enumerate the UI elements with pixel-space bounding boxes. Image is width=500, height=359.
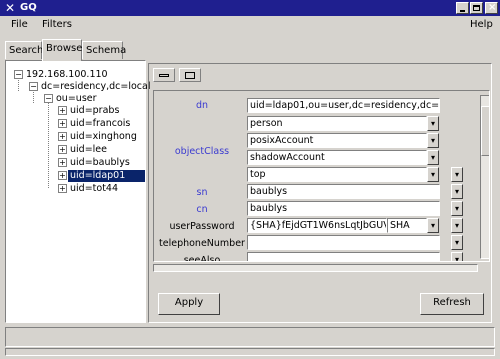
tab-browse-label: Browse <box>46 43 83 54</box>
tree-node-label: uid=xinghong <box>70 131 137 142</box>
vertical-scrollbar[interactable] <box>480 95 489 259</box>
form-view-icon <box>159 74 169 77</box>
sn-field[interactable]: baublys <box>247 184 440 199</box>
tree-node-label: uid=francois <box>70 118 131 129</box>
tab-schema-label: Schema <box>86 45 127 56</box>
cn-label: cn <box>196 204 208 215</box>
menu-bar: File Filters Help <box>0 16 500 33</box>
tab-search-label: Search <box>9 45 44 56</box>
telephonenumber-label: telephoneNumber <box>159 238 245 249</box>
expand-icon[interactable]: + <box>58 171 67 180</box>
close-button[interactable]: × <box>485 2 498 14</box>
seealso-label: seeAlso <box>183 255 221 262</box>
apply-label: Apply <box>174 297 204 308</box>
telephonenumber-field[interactable] <box>247 235 440 250</box>
maximize-icon <box>473 5 480 11</box>
cn-field[interactable]: baublys <box>247 201 440 216</box>
dropdown-arrow-icon[interactable]: ▾ <box>427 133 439 148</box>
collapse-icon[interactable]: − <box>29 82 38 91</box>
add-value-button[interactable]: ▾ <box>451 184 463 199</box>
add-value-button[interactable]: ▾ <box>451 201 463 216</box>
userpassword-label: userPassword <box>169 221 235 232</box>
collapse-icon[interactable]: − <box>44 94 53 103</box>
dn-field[interactable]: uid=ldap01,ou=user,dc=residency,dc=local <box>247 98 440 113</box>
minimize-icon <box>460 10 465 12</box>
close-icon: × <box>488 2 497 13</box>
tree-node-label: 192.168.100.110 <box>26 69 108 80</box>
raw-view-icon <box>185 72 195 79</box>
menu-file[interactable]: File <box>11 19 28 30</box>
dropdown-arrow-icon[interactable]: ▾ <box>427 150 439 165</box>
add-value-button[interactable]: ▾ <box>451 235 463 250</box>
sn-label: sn <box>196 187 208 198</box>
expand-icon[interactable]: + <box>58 158 67 167</box>
collapse-icon[interactable]: − <box>14 70 23 79</box>
expand-icon[interactable]: + <box>58 145 67 154</box>
expand-icon[interactable]: + <box>58 184 67 193</box>
objectclass-field[interactable]: posixAccount <box>247 133 427 148</box>
dn-label: dn <box>195 100 209 111</box>
tab-browse[interactable]: Browse <box>42 39 82 61</box>
apply-button[interactable]: Apply <box>158 293 220 315</box>
dropdown-arrow-icon[interactable]: ▾ <box>427 218 439 233</box>
status-bar-secondary <box>5 348 495 356</box>
horizontal-scrollbar[interactable] <box>153 264 478 272</box>
raw-view-button[interactable] <box>179 68 201 82</box>
tree-node-label: uid=ldap01 <box>68 170 145 182</box>
expand-icon[interactable]: + <box>58 132 67 141</box>
tree-node-label: uid=prabs <box>70 105 120 116</box>
refresh-button[interactable]: Refresh <box>420 293 484 315</box>
userpassword-field[interactable]: {SHA}fEjdGT1W6nsLqtJbGUVeUp9e4= <box>247 218 387 233</box>
tree-node-label: ou=user <box>56 93 97 104</box>
tab-search[interactable]: Search <box>5 41 44 59</box>
form-view-button[interactable] <box>153 68 175 82</box>
add-value-button[interactable]: ▾ <box>451 218 463 233</box>
x-logo-icon: ✕ <box>4 1 16 15</box>
add-value-button[interactable]: ▾ <box>451 252 463 261</box>
objectclass-label: objectClass <box>174 146 230 157</box>
window-title: GQ <box>20 2 37 13</box>
add-value-button[interactable]: ▾ <box>451 167 463 182</box>
objectclass-field[interactable]: shadowAccount <box>247 150 427 165</box>
refresh-label: Refresh <box>433 297 471 308</box>
minimize-button[interactable] <box>456 2 469 14</box>
menu-help[interactable]: Help <box>470 19 493 30</box>
objectclass-field[interactable]: person <box>247 116 427 131</box>
expand-icon[interactable]: + <box>58 106 67 115</box>
maximize-button[interactable] <box>470 2 483 14</box>
status-bar <box>5 327 495 347</box>
attribute-form: dn uid=ldap01,ou=user,dc=residency,dc=lo… <box>153 90 490 262</box>
menu-filters[interactable]: Filters <box>42 19 72 30</box>
ldap-tree[interactable]: − 192.168.100.110 − dc=residency,dc=loca… <box>5 60 150 323</box>
tree-node-label: uid=tot44 <box>70 183 119 194</box>
tree-node-label: dc=residency,dc=local <box>41 81 151 92</box>
dropdown-arrow-icon[interactable]: ▾ <box>427 116 439 131</box>
dropdown-arrow-icon[interactable]: ▾ <box>427 167 439 182</box>
tab-schema[interactable]: Schema <box>82 41 127 59</box>
title-bar: ✕ GQ × <box>0 0 500 16</box>
seealso-field[interactable] <box>247 252 440 261</box>
hash-select[interactable]: SHA <box>387 218 427 233</box>
scrollbar-thumb[interactable] <box>481 106 489 156</box>
objectclass-field[interactable]: top <box>247 167 427 182</box>
entry-panel: dn uid=ldap01,ou=user,dc=residency,dc=lo… <box>148 63 492 323</box>
tree-node-label: uid=baublys <box>70 157 130 168</box>
expand-icon[interactable]: + <box>58 119 67 128</box>
tree-node-label: uid=lee <box>70 144 107 155</box>
